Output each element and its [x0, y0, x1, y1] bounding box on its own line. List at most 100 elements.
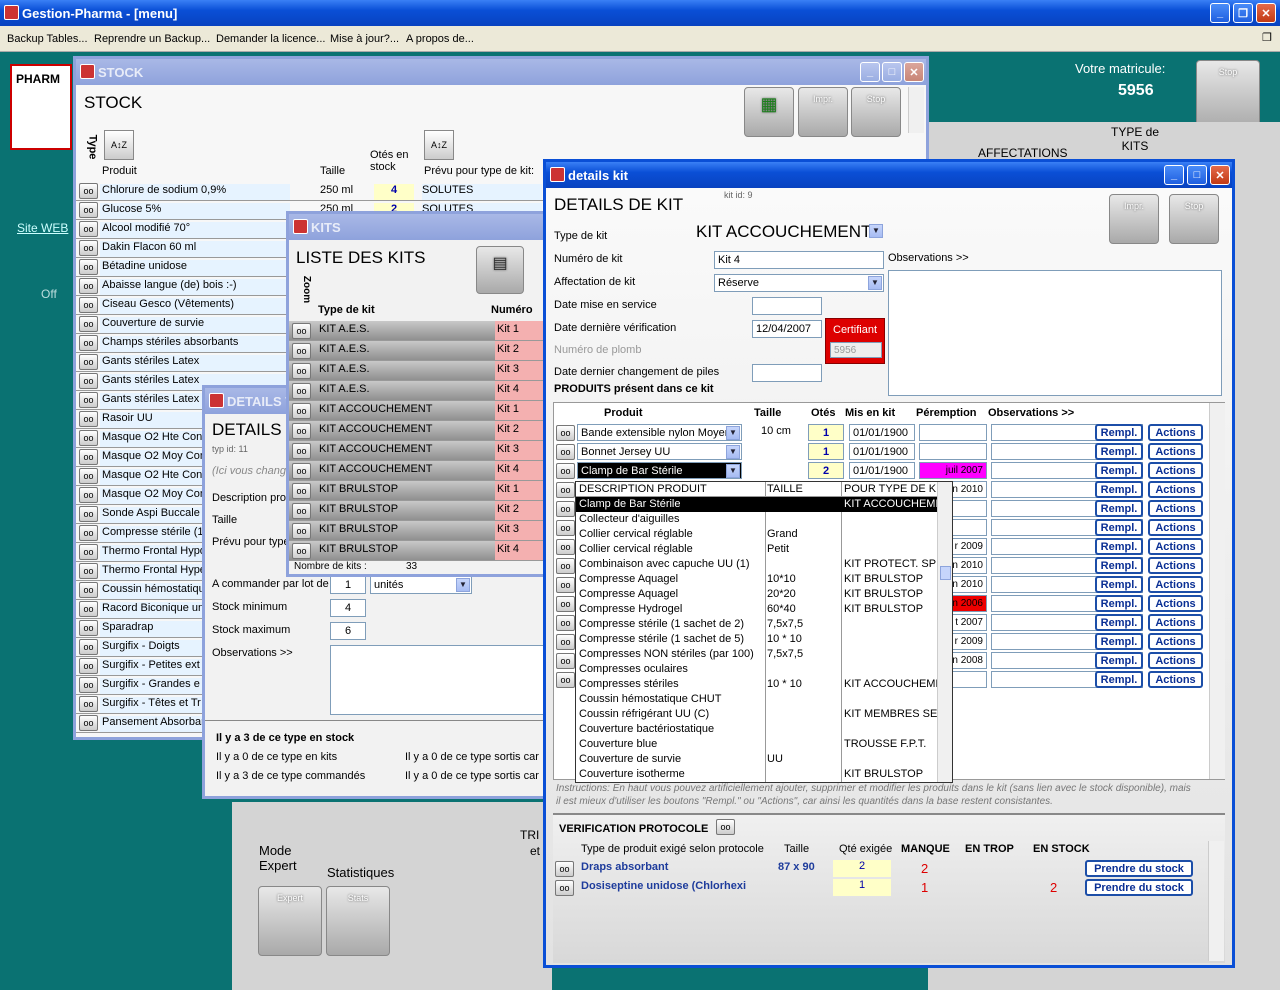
type-kit-value[interactable]: KIT ACCOUCHEMENT [696, 222, 871, 242]
rempl-button[interactable]: Rempl. [1095, 538, 1143, 555]
prendre-stock-button[interactable]: Prendre du stock [1085, 879, 1193, 896]
protocole-row[interactable]: oo Draps absorbant 87 x 90 2 2 Prendre du sto… [553, 859, 1208, 878]
kit-row[interactable]: oo KIT BRULSTOP Kit 4 [289, 541, 549, 561]
zoom-glasses-icon[interactable]: oo [79, 430, 98, 446]
zoom-glasses-icon[interactable]: oo [556, 653, 575, 669]
stock-impr-button[interactable]: Impr. [798, 87, 848, 137]
actions-button[interactable]: Actions [1148, 462, 1203, 479]
actions-button[interactable]: Actions [1148, 481, 1203, 498]
stock-scrollbar[interactable] [908, 87, 924, 133]
zoom-glasses-icon[interactable]: oo [292, 463, 311, 479]
kit-row[interactable]: oo KIT A.E.S. Kit 2 [289, 341, 549, 361]
zoom-glasses-icon[interactable]: oo [292, 503, 311, 519]
commander-field[interactable]: 1 [330, 576, 366, 594]
actions-button[interactable]: Actions [1148, 500, 1203, 517]
dropdown-option[interactable]: Compresse stérile (1 sachet de 2) 7,5x7,5 [576, 617, 938, 632]
kit-product-row[interactable]: oo Bande extensible nylon Moyen ▼ 10 cm 1 01/… [554, 423, 1209, 442]
minimize-button[interactable]: _ [1210, 3, 1230, 23]
details-kit-minimize-button[interactable]: _ [1164, 165, 1184, 185]
protocole-scrollbar[interactable] [1208, 841, 1224, 961]
zoom-glasses-icon[interactable]: oo [79, 411, 98, 427]
zoom-glasses-icon[interactable]: oo [79, 658, 98, 674]
zoom-glasses-icon[interactable]: oo [79, 487, 98, 503]
zoom-glasses-icon[interactable]: oo [292, 423, 311, 439]
dropdown-option[interactable]: Couverture blue TROUSSE F.P.T. [576, 737, 938, 752]
zoom-glasses-icon[interactable]: oo [292, 343, 311, 359]
zoom-glasses-icon[interactable]: oo [79, 715, 98, 731]
zoom-glasses-icon[interactable]: oo [556, 520, 575, 536]
dropdown-option[interactable]: Collier cervical réglable Petit [576, 542, 938, 557]
zoom-glasses-icon[interactable]: oo [79, 677, 98, 693]
zoom-glasses-icon[interactable]: oo [79, 620, 98, 636]
zoom-glasses-icon[interactable]: oo [292, 483, 311, 499]
stock-row[interactable]: oo Chlorure de sodium 0,9% 250 ml 4 SOLUTES [76, 182, 546, 201]
zoom-glasses-icon[interactable]: oo [79, 259, 98, 275]
rempl-button[interactable]: Rempl. [1095, 557, 1143, 574]
details-stop-button[interactable]: Stop [1169, 194, 1219, 244]
zoom-glasses-icon[interactable]: oo [292, 363, 311, 379]
date-in-kit[interactable]: 01/01/1900 [849, 462, 915, 479]
unite-select[interactable]: unités ▼ [370, 576, 472, 594]
kit-product-row[interactable]: oo Bonnet Jersey UU ▼ 1 01/01/1900 Rempl. Acti… [554, 442, 1209, 461]
actions-button[interactable]: Actions [1148, 538, 1203, 555]
actions-button[interactable]: Actions [1148, 519, 1203, 536]
scroll-thumb[interactable] [940, 566, 951, 580]
expert-button[interactable]: Expert [258, 886, 322, 956]
actions-button[interactable]: Actions [1148, 595, 1203, 612]
kit-row[interactable]: oo KIT ACCOUCHEMENT Kit 3 [289, 441, 549, 461]
dropdown-option[interactable]: Clamp de Bar Stérile KIT ACCOUCHEMEN [576, 497, 938, 512]
rempl-button[interactable]: Rempl. [1095, 576, 1143, 593]
dropdown-scrollbar[interactable] [937, 482, 952, 782]
products-scrollbar[interactable] [1209, 403, 1225, 779]
removed-qty[interactable]: 1 [808, 424, 844, 441]
dropdown-option[interactable]: Compresse Hydrogel 60*40 KIT BRULSTOP [576, 602, 938, 617]
zoom-glasses-icon[interactable]: oo [79, 563, 98, 579]
removed-qty[interactable]: 1 [808, 443, 844, 460]
kit-product-row[interactable]: oo Clamp de Bar Stérile ▼ 2 01/01/1900 juil 2… [554, 461, 1209, 480]
menu-backup[interactable]: Backup Tables... [7, 33, 88, 45]
zoom-glasses-icon[interactable]: oo [716, 819, 735, 835]
kit-row[interactable]: oo KIT ACCOUCHEMENT Kit 1 [289, 401, 549, 421]
actions-button[interactable]: Actions [1148, 576, 1203, 593]
rempl-button[interactable]: Rempl. [1095, 671, 1143, 688]
derniere-verif-field[interactable]: 12/04/2007 [752, 320, 822, 338]
zoom-glasses-icon[interactable]: oo [556, 615, 575, 631]
piles-field[interactable] [752, 364, 822, 382]
zoom-glasses-icon[interactable]: oo [556, 444, 575, 460]
maximize-button[interactable]: ❐ [1233, 3, 1253, 23]
zoom-glasses-icon[interactable]: oo [79, 639, 98, 655]
zoom-glasses-icon[interactable]: oo [79, 278, 98, 294]
dropdown-option[interactable]: Compresse stérile (1 sachet de 5) 10 * 10 [576, 632, 938, 647]
rempl-button[interactable]: Rempl. [1095, 519, 1143, 536]
stats-button[interactable]: Stats [326, 886, 390, 956]
zoom-glasses-icon[interactable]: oo [79, 582, 98, 598]
actions-button[interactable]: Actions [1148, 557, 1203, 574]
dropdown-option[interactable]: Compresses stériles 10 * 10 KIT ACCOUCHEME… [576, 677, 938, 692]
zoom-glasses-icon[interactable]: oo [292, 323, 311, 339]
kit-row[interactable]: oo KIT BRULSTOP Kit 3 [289, 521, 549, 541]
zoom-glasses-icon[interactable]: oo [556, 501, 575, 517]
zoom-glasses-icon[interactable]: oo [79, 468, 98, 484]
stock-max-field[interactable]: 6 [330, 622, 366, 640]
stock-min-field[interactable]: 4 [330, 599, 366, 617]
zoom-glasses-icon[interactable]: oo [556, 596, 575, 612]
zoom-glasses-icon[interactable]: oo [79, 544, 98, 560]
close-button[interactable]: ✕ [1256, 3, 1276, 23]
zoom-glasses-icon[interactable]: oo [292, 523, 311, 539]
zoom-glasses-icon[interactable]: oo [292, 543, 311, 559]
rempl-button[interactable]: Rempl. [1095, 424, 1143, 441]
kit-observations-field[interactable] [888, 270, 1222, 396]
zoom-glasses-icon[interactable]: oo [79, 221, 98, 237]
observations-field[interactable] [330, 645, 549, 715]
zoom-glasses-icon[interactable]: oo [556, 672, 575, 688]
removed-qty[interactable]: 2 [808, 462, 844, 479]
actions-button[interactable]: Actions [1148, 652, 1203, 669]
kit-row[interactable]: oo KIT ACCOUCHEMENT Kit 2 [289, 421, 549, 441]
zoom-glasses-icon[interactable]: oo [79, 183, 98, 199]
menu-restore[interactable]: Reprendre un Backup... [94, 33, 210, 45]
product-select[interactable]: Bonnet Jersey UU ▼ [577, 443, 742, 460]
dropdown-option[interactable]: Coussin réfrigérant UU (C) KIT MEMBRES SE… [576, 707, 938, 722]
kit-row[interactable]: oo KIT A.E.S. Kit 1 [289, 321, 549, 341]
dropdown-option[interactable]: Compresses oculaires [576, 662, 938, 677]
zoom-glasses-icon[interactable]: oo [79, 335, 98, 351]
